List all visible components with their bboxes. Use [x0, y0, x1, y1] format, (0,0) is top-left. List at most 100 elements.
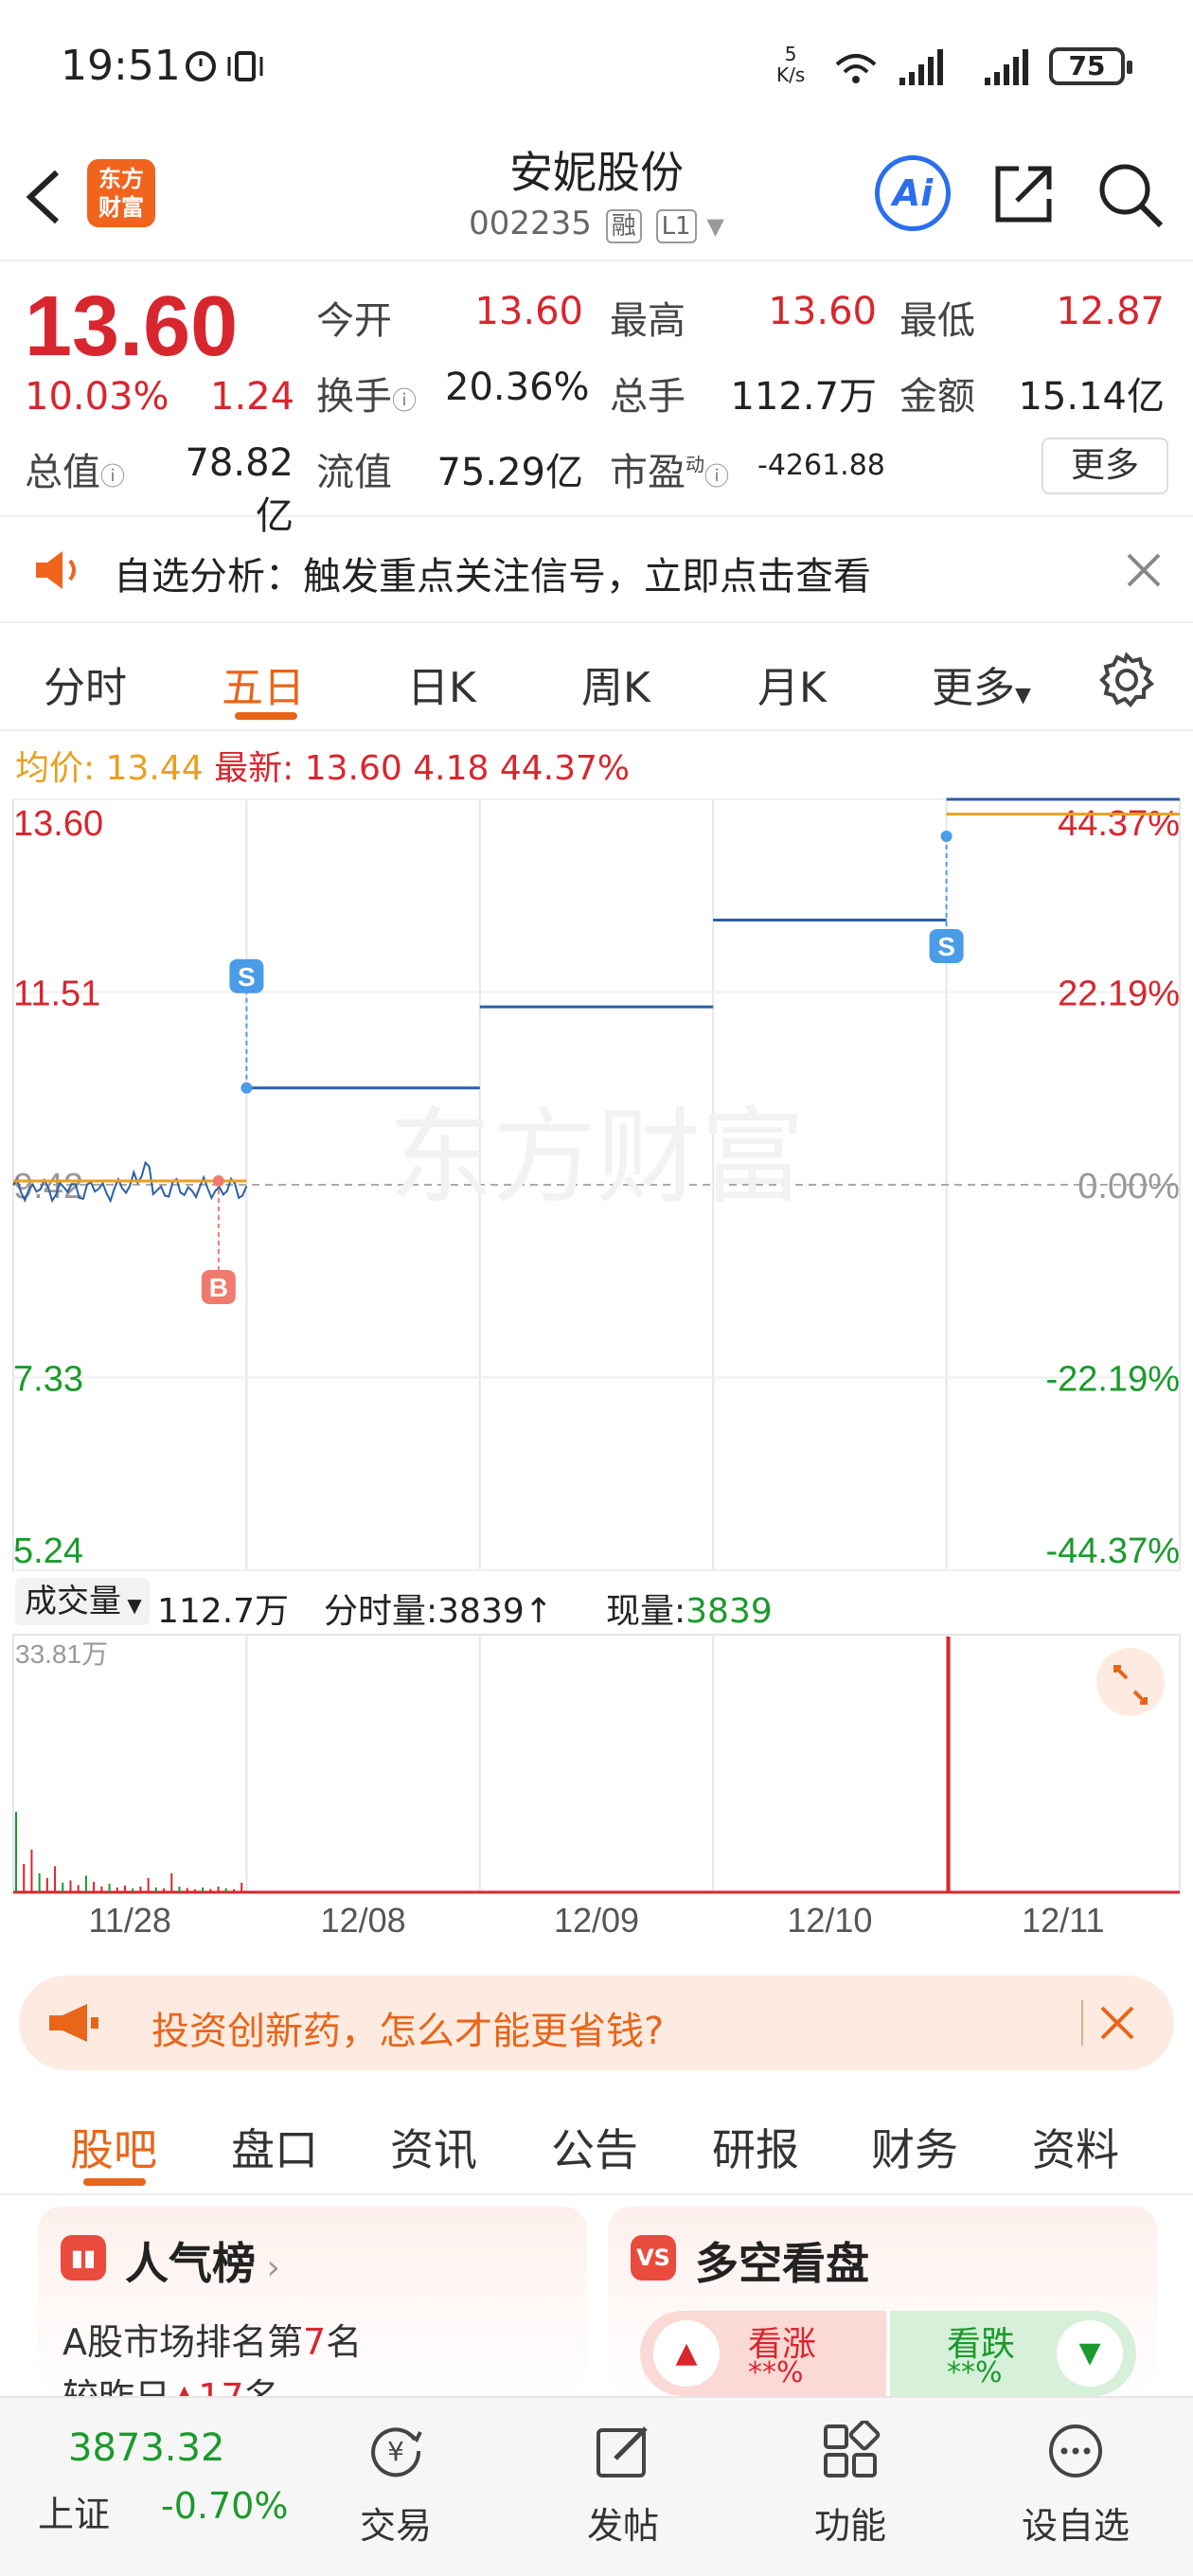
popularity-card[interactable]: ▮▮ 人气榜 › A股市场排名第7名 较昨日▲17名: [38, 2207, 587, 2396]
net-speed-value: 5: [784, 43, 797, 65]
volume-value: 112.7万: [730, 375, 877, 419]
volume-selector[interactable]: 成交量 ▼: [15, 1578, 150, 1625]
tab-research[interactable]: 研报: [712, 2116, 799, 2178]
marker-dot: [212, 1175, 224, 1187]
y-left-tick: 11.51: [13, 975, 100, 1014]
nav-set-watchlist[interactable]: 设自选: [971, 2398, 1180, 2549]
volume-bars: [15, 1637, 951, 1892]
ad-banner[interactable]: 投资创新药，怎么才能更省钱?: [19, 1976, 1174, 2070]
amount-label: 金额: [899, 375, 975, 419]
tab-more[interactable]: 更多▼: [932, 653, 1031, 714]
float-value: 75.29亿: [436, 451, 583, 494]
marker-label: S: [238, 962, 256, 992]
alarm-vibrate-icons: [186, 51, 263, 81]
y-right-tick: -44.37%: [1045, 1531, 1180, 1571]
ad-close-icon[interactable]: [1098, 2004, 1136, 2042]
open-value: 13.60: [474, 290, 583, 333]
rank-line: A股市场排名第7名: [62, 2321, 363, 2363]
high-value: 13.60: [768, 290, 877, 333]
expand-icon[interactable]: [1096, 1648, 1165, 1716]
close-icon[interactable]: [1125, 551, 1163, 589]
down-arrow-icon: ▼: [1057, 2320, 1123, 2387]
nav-trade[interactable]: ¥ 交易: [292, 2398, 500, 2549]
trade-yuan-icon: ¥: [371, 2427, 422, 2478]
x-axis-label: 12/09: [554, 1901, 639, 1940]
change-amount: 1.24: [210, 375, 295, 419]
nav-functions[interactable]: 功能: [746, 2398, 954, 2549]
latest-pct: 44.37%: [499, 749, 631, 788]
pe-label: 市盈动ⓘ: [610, 451, 730, 494]
index-change: -0.70%: [161, 2485, 289, 2527]
index-name: 上证: [38, 2494, 111, 2535]
y-right-tick: 22.19%: [1058, 975, 1180, 1014]
quote-panel: 13.60 10.03% 1.24 今开 13.60 最高 13.60 最低 1…: [0, 261, 1193, 538]
chart-info-line: 均价: 13.44 最新: 13.60 4.18 44.37%: [15, 741, 630, 790]
turnover-label: 换手ⓘ: [316, 375, 418, 419]
bullbear-title: 多空看盘: [695, 2238, 869, 2289]
tick-volume: 分时量:3839↑: [324, 1592, 553, 1631]
volume-frame: [12, 1634, 1181, 1893]
avg-label: 均价:: [15, 749, 96, 788]
tab-five-day[interactable]: 五日: [222, 653, 305, 714]
volume-x-labels: 11/28 12/08 12/09 12/10 12/11: [88, 1901, 1104, 1940]
net-speed: 5 K/s: [776, 44, 805, 85]
trade-markers: B S S: [201, 830, 964, 1304]
watermark: 东方财富: [388, 1100, 805, 1216]
x-axis-label: 12/10: [787, 1901, 872, 1940]
x-axis-label: 12/08: [321, 1901, 406, 1940]
bull-value: **%: [748, 2356, 804, 2389]
tab-guba[interactable]: 股吧: [70, 2116, 157, 2178]
index-ticker[interactable]: 3873.32 上证 -0.70%: [0, 2398, 303, 2576]
pe-value: -4261.88: [757, 449, 885, 482]
index-value: 3873.32: [68, 2426, 225, 2470]
ai-button[interactable]: Ai: [875, 155, 951, 231]
tab-pankou[interactable]: 盘口: [231, 2116, 318, 2178]
tab-intraday[interactable]: 分时: [44, 653, 127, 714]
grid-functions-icon: [824, 2421, 881, 2478]
stock-code: 002235: [469, 205, 592, 242]
tab-weekly-k[interactable]: 周K: [581, 653, 650, 714]
settings-gear-icon[interactable]: [1098, 652, 1155, 708]
volume-grid: [12, 1634, 1181, 1894]
x-axis-label: 11/28: [88, 1901, 170, 1940]
y-left-tick: 7.33: [13, 1360, 83, 1400]
y-left-tick: 13.60: [13, 804, 103, 844]
share-icon[interactable]: [990, 161, 1057, 227]
turnover-value: 20.36%: [445, 366, 590, 409]
tab-monthly-k[interactable]: 月K: [757, 653, 827, 714]
bear-vote[interactable]: 看跌 **% ▼: [890, 2311, 1136, 2396]
tab-daily-k[interactable]: 日K: [407, 653, 476, 714]
low-value: 12.87: [1056, 290, 1165, 333]
float-label: 流值: [316, 451, 392, 494]
volume-chart: 11/28 12/08 12/09 12/10 12/11 33.81万: [12, 1634, 1181, 1940]
five-day-chart[interactable]: 东方财富 13.6011.519.427.335.2444.37%22.19%0…: [0, 796, 1193, 1582]
info-tab-underline: [83, 2178, 146, 2186]
speaker-icon: [36, 551, 76, 589]
svg-text:¥: ¥: [387, 2436, 404, 2467]
bear-value: **%: [947, 2356, 1003, 2389]
more-dots-icon: [1049, 2424, 1102, 2478]
marker-dot: [940, 830, 953, 842]
megaphone-icon: [49, 2004, 98, 2042]
search-icon[interactable]: [1095, 159, 1166, 231]
bull-vote[interactable]: ▲ 看涨 **%: [640, 2311, 886, 2396]
ad-text: 投资创新药，怎么才能更省钱?: [151, 2010, 665, 2053]
latest-label: 最新:: [214, 749, 294, 788]
tab-finance[interactable]: 财务: [871, 2116, 958, 2178]
tab-news[interactable]: 资讯: [390, 2116, 477, 2178]
more-button[interactable]: 更多: [1042, 438, 1168, 494]
marker-label: S: [937, 932, 955, 961]
analysis-notice[interactable]: 自选分析：触发重点关注信号，立即点击查看: [0, 517, 1193, 623]
tab-profile[interactable]: 资料: [1032, 2116, 1119, 2178]
marker-label: B: [209, 1273, 228, 1302]
info-tabs: 股吧 盘口 资讯 公告 研报 财务 资料: [0, 2091, 1193, 2195]
rank-change-line: 较昨日▲17名: [62, 2368, 280, 2396]
level-tag: L1: [655, 209, 697, 243]
current-price: 13.60: [25, 279, 239, 374]
latest-change: 4.18: [413, 749, 490, 788]
bull-bear-card[interactable]: VS 多空看盘 ▲ 看涨 **% 看跌 **% ▼: [608, 2207, 1157, 2396]
nav-post[interactable]: 发帖: [519, 2398, 727, 2549]
tab-announcements[interactable]: 公告: [551, 2116, 638, 2178]
amount-value: 15.14亿: [1018, 375, 1165, 419]
vs-icon: VS: [631, 2235, 676, 2281]
